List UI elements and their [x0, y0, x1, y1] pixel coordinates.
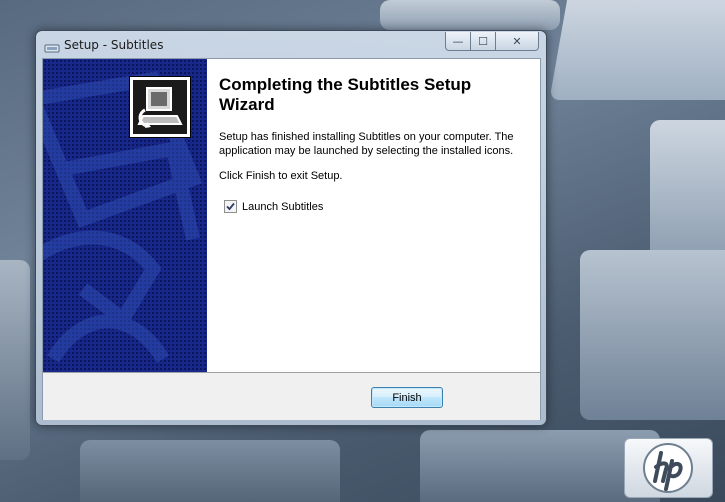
wizard-banner	[43, 59, 207, 372]
wizard-heading: Completing the Subtitles Setup Wizard	[219, 75, 472, 114]
finish-button-label: Finish	[392, 391, 422, 404]
window-controls: — ☐ ✕	[445, 32, 539, 51]
setup-app-icon[interactable]	[44, 39, 60, 53]
close-icon: ✕	[512, 34, 522, 48]
setup-window: Setup - Subtitles — ☐ ✕ Completing the S…	[35, 30, 547, 426]
close-button[interactable]: ✕	[496, 32, 539, 51]
launch-checkbox-label: Launch Subtitles	[242, 200, 324, 213]
launch-option[interactable]: Launch Subtitles	[224, 200, 323, 213]
maximize-button[interactable]: ☐	[471, 32, 496, 51]
finish-button[interactable]: Finish	[371, 387, 443, 408]
checkmark-icon	[226, 202, 235, 211]
hp-logo	[624, 438, 713, 498]
completion-message: Setup has finished installing Subtitles …	[219, 131, 514, 157]
launch-checkbox[interactable]	[224, 200, 237, 213]
window-title: Setup - Subtitles	[64, 38, 164, 52]
wizard-footer: Finish	[43, 372, 540, 420]
installer-computer-icon	[129, 76, 191, 138]
maximize-icon: ☐	[478, 34, 488, 48]
exit-instruction: Click Finish to exit Setup.	[219, 170, 343, 182]
minimize-icon: —	[452, 34, 464, 48]
wizard-content: Completing the Subtitles Setup Wizard Se…	[207, 59, 540, 372]
title-bar[interactable]: Setup - Subtitles — ☐ ✕	[36, 31, 546, 58]
wizard-client-area: Completing the Subtitles Setup Wizard Se…	[42, 58, 541, 420]
minimize-button[interactable]: —	[445, 32, 471, 51]
